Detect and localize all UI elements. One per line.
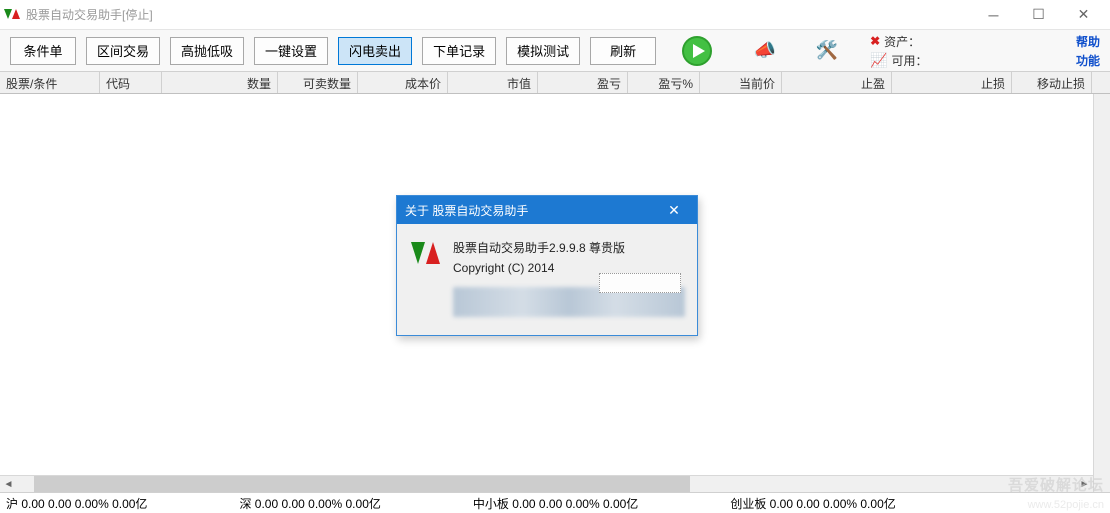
- column-header[interactable]: 止损: [892, 72, 1012, 93]
- column-header[interactable]: 可卖数量: [278, 72, 358, 93]
- toolbar-button-1[interactable]: 区间交易: [86, 37, 160, 65]
- minimize-button[interactable]: ─: [971, 1, 1016, 29]
- toolbar-button-6[interactable]: 模拟测试: [506, 37, 580, 65]
- column-header[interactable]: 止盈: [782, 72, 892, 93]
- scroll-thumb[interactable]: [34, 476, 690, 492]
- help-link[interactable]: 帮助: [1076, 33, 1100, 50]
- dialog-line1: 股票自动交易助手2.9.9.8 尊贵版: [453, 238, 685, 258]
- help-links: 帮助 功能: [1076, 33, 1100, 69]
- chart-icon: 📈: [870, 52, 887, 69]
- dialog-close-button[interactable]: ✕: [659, 202, 689, 219]
- x-icon: ✖: [870, 34, 880, 48]
- window-title: 股票自动交易助手[停止]: [26, 6, 153, 23]
- settings-icon[interactable]: 🛠️: [814, 39, 840, 63]
- dialog-title-text: 关于 股票自动交易助手: [405, 202, 528, 219]
- dialog-titlebar[interactable]: 关于 股票自动交易助手 ✕: [397, 196, 697, 224]
- status-bar: 沪 0.00 0.00 0.00% 0.00亿 深 0.00 0.00 0.00%…: [0, 492, 1110, 513]
- column-header[interactable]: 数量: [162, 72, 278, 93]
- status-group: 创业板 0.00 0.00 0.00% 0.00亿: [730, 495, 895, 512]
- vertical-scrollbar[interactable]: [1093, 94, 1110, 492]
- toolbar-button-3[interactable]: 一键设置: [254, 37, 328, 65]
- asset-label: 资产：: [884, 33, 920, 50]
- status-group: 沪 0.00 0.00 0.00% 0.00亿: [6, 495, 147, 512]
- maximize-button[interactable]: ☐: [1016, 1, 1061, 29]
- column-header[interactable]: 成本价: [358, 72, 448, 93]
- status-group: 中小板 0.00 0.00 0.00% 0.00亿: [473, 495, 638, 512]
- func-link[interactable]: 功能: [1076, 52, 1100, 69]
- status-group: 深 0.00 0.00 0.00% 0.00亿: [239, 495, 380, 512]
- watermark-url: www.52pojie.cn: [1028, 499, 1104, 511]
- watermark-text: 吾爱破解论坛: [1008, 474, 1104, 495]
- toolbar-button-0[interactable]: 条件单: [10, 37, 76, 65]
- dialog-ok-button[interactable]: [599, 273, 681, 293]
- close-button[interactable]: ✕: [1061, 1, 1106, 29]
- toolbar: 条件单区间交易高抛低吸一键设置闪电卖出下单记录模拟测试刷新 📣 🛠️ ✖ 资产： …: [0, 30, 1110, 72]
- asset-info: ✖ 资产： 📈 可用：: [870, 33, 927, 69]
- horizontal-scrollbar[interactable]: ◄ ►: [0, 475, 1093, 492]
- column-header[interactable]: 市值: [448, 72, 538, 93]
- dialog-app-icon: [411, 240, 441, 268]
- column-header[interactable]: 盈亏: [538, 72, 628, 93]
- column-header[interactable]: 盈亏%: [628, 72, 700, 93]
- toolbar-button-4[interactable]: 闪电卖出: [338, 37, 412, 65]
- app-icon: [4, 7, 20, 23]
- play-button[interactable]: [682, 36, 712, 66]
- column-header[interactable]: 代码: [100, 72, 162, 93]
- column-header[interactable]: 当前价: [700, 72, 782, 93]
- column-header[interactable]: 股票/条件: [0, 72, 100, 93]
- column-header[interactable]: 移动止损: [1012, 72, 1092, 93]
- about-dialog: 关于 股票自动交易助手 ✕ 股票自动交易助手2.9.9.8 尊贵版 Copyri…: [396, 195, 698, 336]
- window-controls: ─ ☐ ✕: [971, 1, 1106, 29]
- scroll-left-arrow[interactable]: ◄: [0, 476, 17, 493]
- alert-icon[interactable]: 📣: [752, 39, 778, 63]
- title-bar: 股票自动交易助手[停止] ─ ☐ ✕: [0, 0, 1110, 30]
- toolbar-button-5[interactable]: 下单记录: [422, 37, 496, 65]
- toolbar-button-7[interactable]: 刷新: [590, 37, 656, 65]
- available-label: 可用：: [892, 52, 928, 69]
- table-header: 股票/条件代码数量可卖数量成本价市值盈亏盈亏%当前价止盈止损移动止损: [0, 72, 1110, 94]
- toolbar-button-2[interactable]: 高抛低吸: [170, 37, 244, 65]
